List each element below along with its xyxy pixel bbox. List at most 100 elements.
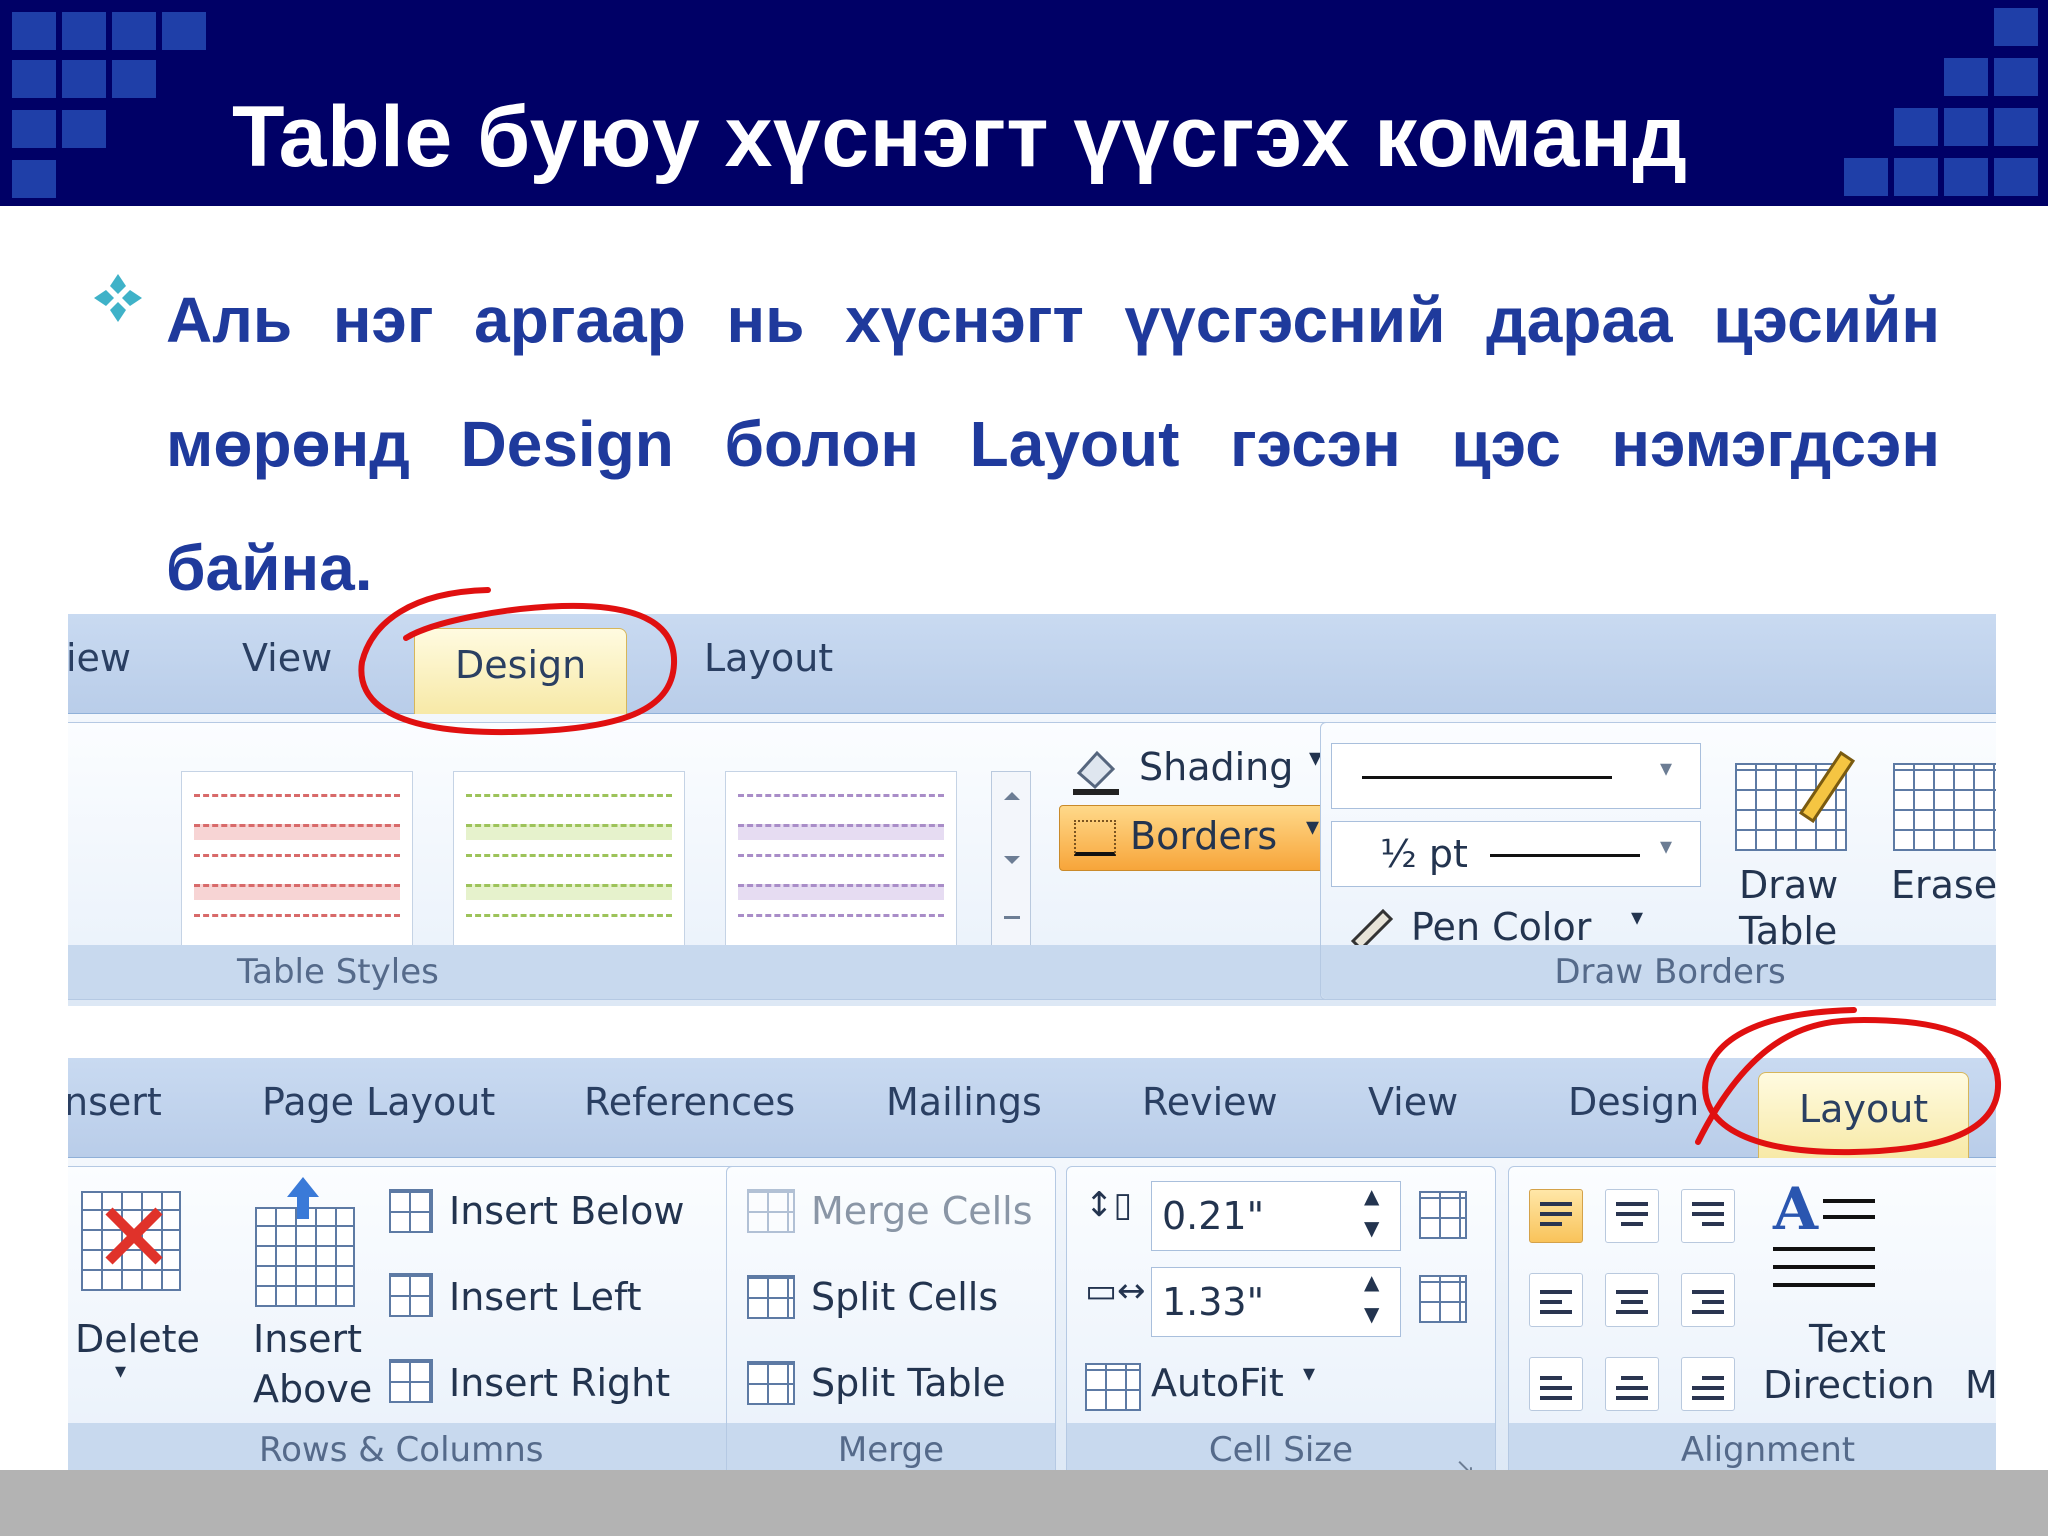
line-weight-value: ½ pt: [1380, 832, 1468, 876]
line-weight-dropdown-icon[interactable]: ▾: [1660, 832, 1672, 860]
decor-square: [1894, 158, 1938, 196]
tab-layout[interactable]: Layout: [704, 636, 833, 680]
align-top-right-button[interactable]: [1681, 1189, 1735, 1243]
align-middle-right-button[interactable]: [1681, 1273, 1735, 1327]
split-table-button[interactable]: Split Table: [811, 1361, 1006, 1405]
height-input[interactable]: 0.21" ▲ ▼: [1151, 1181, 1401, 1251]
width-input[interactable]: 1.33" ▲ ▼: [1151, 1267, 1401, 1337]
tab-mailings[interactable]: Mailings: [886, 1080, 1042, 1124]
layout-ribbon-screenshot: nsert Page Layout References Mailings Re…: [68, 1058, 1996, 1484]
insert-below-icon: [389, 1189, 433, 1233]
decor-square: [1844, 158, 1888, 196]
insert-right-button[interactable]: Insert Right: [449, 1361, 670, 1405]
tab-page-layout[interactable]: Page Layout: [262, 1080, 495, 1124]
footer-bar: [0, 1470, 2048, 1536]
alignment-group: A Text Direction Ma Alignment: [1508, 1166, 1996, 1478]
tab-review[interactable]: Review: [1142, 1080, 1278, 1124]
scroll-down-icon[interactable]: [1004, 856, 1020, 864]
draw-borders-group: ▾ ½ pt ▾ Pen Color ▾ Draw Table Erase Dr…: [1320, 722, 1996, 1000]
decor-square: [12, 12, 56, 50]
paint-bucket-icon: [1073, 750, 1119, 795]
line-weight-combo[interactable]: ½ pt ▾: [1331, 821, 1701, 887]
delete-dropdown-icon[interactable]: ▾: [115, 1359, 126, 1384]
borders-button[interactable]: Borders ▾: [1059, 805, 1335, 871]
decor-square: [12, 110, 56, 148]
draw-table-line1[interactable]: Draw: [1739, 863, 1838, 907]
split-cells-button[interactable]: Split Cells: [811, 1275, 998, 1319]
scroll-up-icon[interactable]: [1004, 792, 1020, 800]
decor-square: [1944, 108, 1988, 146]
table-style-green[interactable]: [453, 771, 685, 947]
diamond-bullet-icon: [94, 274, 142, 322]
delete-button[interactable]: Delete: [75, 1317, 200, 1361]
distribute-columns-icon[interactable]: [1419, 1275, 1467, 1323]
eraser-button[interactable]: Eraser: [1891, 863, 1996, 907]
decor-square: [1994, 108, 2038, 146]
line-style-combo[interactable]: ▾: [1331, 743, 1701, 809]
split-cells-icon: [747, 1275, 795, 1319]
decor-square: [112, 12, 156, 50]
borders-label: Borders: [1130, 814, 1278, 858]
tab-design[interactable]: Design: [414, 628, 628, 714]
split-table-icon: [747, 1361, 795, 1405]
text-direction-line1[interactable]: Text: [1809, 1317, 1886, 1361]
slide: Table буюу хүснэгт үүсгэх команд Аль нэг…: [0, 0, 2048, 1536]
text-direction-line2[interactable]: Direction: [1763, 1363, 1935, 1407]
line-style-dropdown-icon[interactable]: ▾: [1660, 754, 1672, 782]
tab-view[interactable]: View: [242, 636, 332, 680]
align-middle-center-button[interactable]: [1605, 1273, 1659, 1327]
shading-button[interactable]: Shading: [1139, 745, 1293, 789]
align-top-left-button[interactable]: [1529, 1189, 1583, 1243]
tab-view[interactable]: View: [1368, 1080, 1458, 1124]
tab-layout[interactable]: Layout: [1758, 1072, 1970, 1158]
merge-label: Merge: [727, 1423, 1055, 1477]
autofit-button[interactable]: AutoFit: [1151, 1361, 1284, 1405]
title-banner: Table буюу хүснэгт үүсгэх команд: [0, 0, 2048, 206]
decor-square: [12, 60, 56, 98]
align-bottom-right-button[interactable]: [1681, 1357, 1735, 1411]
align-top-center-button[interactable]: [1605, 1189, 1659, 1243]
height-value: 0.21": [1162, 1194, 1265, 1238]
align-middle-left-button[interactable]: [1529, 1273, 1583, 1327]
spin-up-icon[interactable]: ▲: [1364, 1270, 1379, 1294]
table-style-red[interactable]: [181, 771, 413, 947]
tab-references[interactable]: References: [584, 1080, 795, 1124]
merge-cells-icon: [747, 1189, 795, 1233]
align-bottom-left-button[interactable]: [1529, 1357, 1583, 1411]
tab-review-partial[interactable]: iew: [68, 636, 131, 680]
spin-down-icon[interactable]: ▼: [1364, 1216, 1379, 1240]
ribbon-body: Delete ▾ Insert Above Insert Below Inser…: [68, 1158, 1996, 1484]
spin-down-icon[interactable]: ▼: [1364, 1302, 1379, 1326]
insert-left-button[interactable]: Insert Left: [449, 1275, 642, 1319]
decor-square: [1944, 158, 1988, 196]
eraser-icon: [1893, 763, 1996, 851]
table-style-purple[interactable]: [725, 771, 957, 947]
borders-dropdown-icon[interactable]: ▾: [1306, 812, 1319, 842]
ribbon-body: Shading ▾ Borders ▾ Table Styles ▾ ½ pt: [68, 714, 1996, 1006]
spin-up-icon[interactable]: ▲: [1364, 1184, 1379, 1208]
align-bottom-center-button[interactable]: [1605, 1357, 1659, 1411]
autofit-dropdown-icon[interactable]: ▾: [1303, 1359, 1315, 1387]
decor-square: [162, 12, 206, 50]
table-styles-label: Table Styles: [68, 945, 1363, 999]
cell-size-group: ↕▯ 0.21" ▲ ▼ ▭↔ 1.33" ▲ ▼ AutoFit ▾ Cell…: [1066, 1166, 1496, 1481]
insert-above-line1[interactable]: Insert: [253, 1317, 362, 1361]
pen-color-dropdown-icon[interactable]: ▾: [1631, 903, 1643, 931]
tab-insert-partial[interactable]: nsert: [68, 1080, 162, 1124]
gallery-more-icon[interactable]: [1004, 916, 1020, 919]
pen-color-button[interactable]: Pen Color: [1411, 905, 1591, 949]
tab-design[interactable]: Design: [1568, 1080, 1699, 1124]
rows-columns-group: Delete ▾ Insert Above Insert Below Inser…: [68, 1166, 786, 1481]
bullet-text: Аль нэг аргаар нь хүснэгт үүсгэсний дара…: [166, 284, 1940, 604]
distribute-rows-icon[interactable]: [1419, 1191, 1467, 1239]
gallery-scrollbar[interactable]: [991, 771, 1031, 947]
up-arrow-icon: [287, 1177, 319, 1219]
decor-square: [1994, 58, 2038, 96]
svg-text:A: A: [1772, 1177, 1819, 1243]
decor-square: [62, 60, 106, 98]
insert-above-line2[interactable]: Above: [253, 1367, 372, 1411]
insert-below-button[interactable]: Insert Below: [449, 1189, 684, 1233]
cell-margins-partial[interactable]: Ma: [1965, 1363, 1996, 1407]
decor-square: [1944, 58, 1988, 96]
merge-cells-button[interactable]: Merge Cells: [811, 1189, 1033, 1233]
